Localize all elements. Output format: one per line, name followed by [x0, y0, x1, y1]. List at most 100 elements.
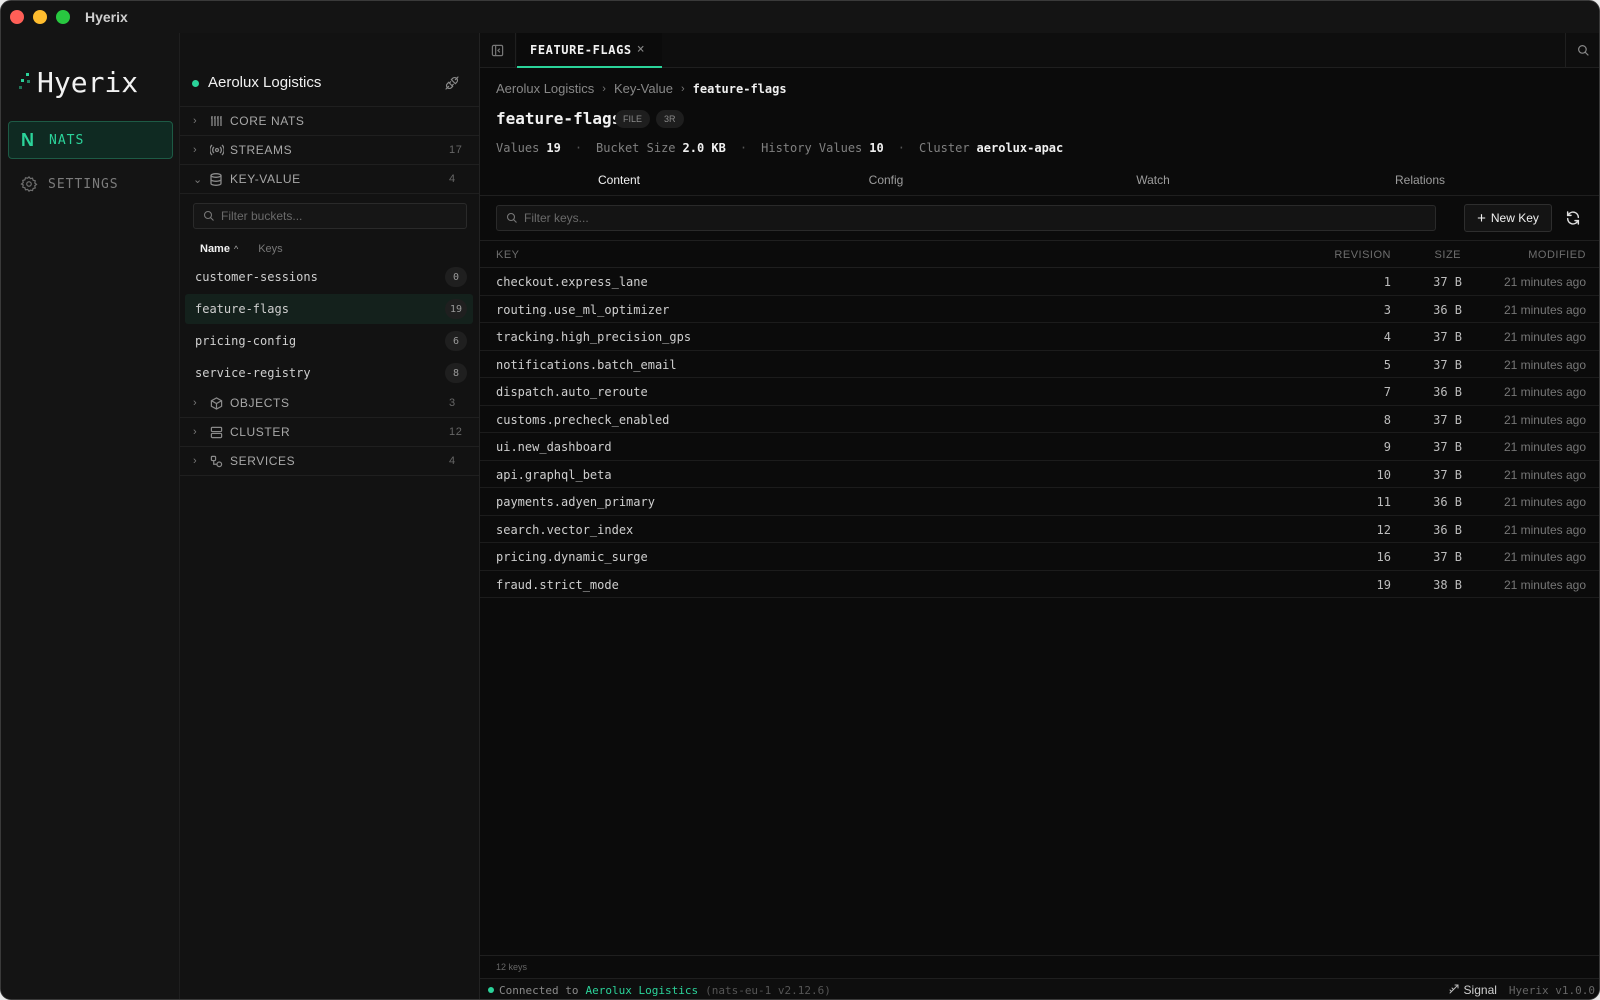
sort-by-name[interactable]: Name: [200, 243, 230, 255]
section-count: 17: [449, 144, 463, 156]
section-label: CLUSTER: [230, 425, 291, 439]
status-connection-name[interactable]: Aerolux Logistics: [585, 984, 698, 997]
close-icon[interactable]: ×: [637, 42, 645, 57]
cell-modified: 21 minutes ago: [1503, 550, 1586, 564]
status-prefix: Connected to: [499, 983, 579, 997]
search-icon[interactable]: [1565, 33, 1599, 68]
tab-relations[interactable]: Relations: [1284, 163, 1556, 196]
tab-content[interactable]: Content: [483, 163, 755, 196]
bucket-count: 0: [445, 267, 467, 287]
cell-modified: 21 minutes ago: [1503, 330, 1586, 344]
main-panel: FEATURE-FLAGS × Aerolux Logistics › Key-…: [480, 33, 1599, 999]
bucket-item[interactable]: feature-flags 19: [185, 294, 473, 324]
breadcrumb-item[interactable]: Key-Value: [614, 81, 673, 96]
key-filter-input[interactable]: Filter keys...: [496, 205, 1436, 231]
cell-key: pricing.dynamic_surge: [496, 550, 648, 564]
cell-size: 37 B: [1433, 275, 1462, 289]
cell-modified: 21 minutes ago: [1503, 440, 1586, 454]
logo-text: Hyerix: [37, 65, 139, 99]
section-cluster[interactable]: › CLUSTER 12: [180, 418, 479, 447]
cell-key: fraud.strict_mode: [496, 577, 619, 592]
cell-revision: 12: [1376, 522, 1391, 537]
table-row[interactable]: notifications.batch_email 5 37 B 21 minutes…: [480, 351, 1599, 378]
stat-value: 2.0 KB: [682, 141, 726, 155]
cell-size: 37 B: [1433, 440, 1462, 454]
sort-by-keys[interactable]: Keys: [258, 243, 282, 255]
refresh-icon[interactable]: [1562, 207, 1584, 229]
table-row[interactable]: search.vector_index 12 36 B 21 minutes ago: [480, 516, 1599, 543]
section-objects[interactable]: › OBJECTS 3: [180, 389, 479, 418]
table-row[interactable]: ui.new_dashboard 9 37 B 21 minutes ago: [480, 433, 1599, 461]
minimize-window-button[interactable]: [33, 10, 47, 24]
cell-revision: 16: [1376, 550, 1391, 564]
cell-modified: 21 minutes ago: [1503, 302, 1586, 317]
section-label: KEY-VALUE: [230, 172, 301, 186]
bucket-item[interactable]: pricing-config 6: [185, 326, 473, 356]
table-row[interactable]: pricing.dynamic_surge 16 37 B 21 minutes ag…: [480, 543, 1599, 571]
cell-revision: 7: [1383, 385, 1391, 399]
cell-key: routing.use_ml_optimizer: [496, 302, 670, 317]
close-window-button[interactable]: [10, 10, 24, 24]
stat-label: Values: [496, 141, 540, 155]
zoom-window-button[interactable]: [56, 10, 70, 24]
caret-up-icon: ^: [233, 244, 239, 254]
section-streams[interactable]: › STREAMS 17: [180, 136, 479, 165]
antenna-icon: [210, 115, 230, 127]
signal-label[interactable]: Signal: [1464, 983, 1497, 997]
section-services[interactable]: › SERVICES 4: [180, 447, 479, 476]
cell-size: 36 B: [1433, 495, 1462, 509]
cell-size: 36 B: [1433, 385, 1462, 399]
table-row[interactable]: tracking.high_precision_gps 4 37 B 21 minut…: [480, 323, 1599, 351]
table-row[interactable]: customs.precheck_enabled 8 37 B 21 minutes …: [480, 406, 1599, 433]
column-size[interactable]: SIZE: [1435, 249, 1461, 261]
cell-revision: 1: [1383, 275, 1391, 289]
explorer-panel: Aerolux Logistics › CORE NATS › STREAMS …: [180, 33, 480, 999]
nav-item-settings[interactable]: SETTINGS: [8, 165, 173, 203]
plus-icon: +: [1477, 209, 1486, 227]
chevron-right-icon: ›: [193, 426, 198, 438]
table-row[interactable]: dispatch.auto_reroute 7 36 B 21 minutes ago: [480, 378, 1599, 406]
tab-watch[interactable]: Watch: [1017, 163, 1289, 196]
bucket-sort-row: Name ^ Keys: [200, 241, 283, 257]
section-core-nats[interactable]: › CORE NATS: [180, 107, 479, 136]
table-row[interactable]: routing.use_ml_optimizer 3 36 B 21 minutes …: [480, 296, 1599, 323]
table-row[interactable]: payments.adyen_primary 11 36 B 21 minutes a…: [480, 488, 1599, 516]
nav-item-nats[interactable]: N NATS: [8, 121, 173, 159]
table-row[interactable]: fraud.strict_mode 19 38 B 21 minutes ago: [480, 571, 1599, 598]
cell-key: tracking.high_precision_gps: [496, 330, 692, 344]
disconnect-plug-icon[interactable]: [444, 75, 460, 96]
column-key[interactable]: KEY: [496, 249, 520, 261]
section-key-value[interactable]: ⌄ KEY-VALUE 4: [180, 165, 479, 194]
tab-feature-flags[interactable]: FEATURE-FLAGS ×: [517, 33, 662, 68]
replicas-badge: 3R: [656, 110, 684, 128]
cell-size: 37 B: [1433, 357, 1462, 372]
cell-size: 37 B: [1433, 550, 1462, 564]
breadcrumb-item[interactable]: Aerolux Logistics: [496, 81, 594, 96]
stat-value: 19: [546, 141, 561, 155]
bucket-item[interactable]: customer-sessions 0: [185, 262, 473, 292]
key-filter-placeholder: Filter keys...: [524, 211, 589, 225]
bucket-filter-input[interactable]: Filter buckets...: [193, 203, 467, 229]
section-label: CORE NATS: [230, 114, 305, 128]
column-revision[interactable]: REVISION: [1334, 249, 1391, 261]
section-count: 12: [449, 426, 463, 438]
sidebar-toggle-icon[interactable]: [480, 33, 516, 68]
table-row[interactable]: checkout.express_lane 1 37 B 21 minutes ago: [480, 268, 1599, 296]
tab-config[interactable]: Config: [750, 163, 1022, 196]
bucket-item[interactable]: service-registry 8: [185, 358, 473, 388]
cell-modified: 21 minutes ago: [1503, 467, 1586, 482]
cell-revision: 5: [1383, 357, 1391, 372]
search-icon: [506, 212, 517, 223]
cell-size: 37 B: [1433, 412, 1462, 427]
window-title: Hyerix: [85, 9, 128, 25]
cube-icon: [210, 396, 230, 410]
column-modified[interactable]: MODIFIED: [1528, 249, 1586, 261]
table-row[interactable]: api.graphql_beta 10 37 B 21 minutes ago: [480, 461, 1599, 488]
bucket-name: service-registry: [195, 366, 311, 380]
new-key-button[interactable]: + New Key: [1464, 204, 1552, 232]
logo-mark-icon: [17, 71, 35, 93]
bucket-filter-placeholder: Filter buckets...: [221, 209, 303, 223]
cell-key: payments.adyen_primary: [496, 495, 655, 509]
server-icon: [210, 426, 230, 439]
cell-modified: 21 minutes ago: [1503, 412, 1586, 427]
